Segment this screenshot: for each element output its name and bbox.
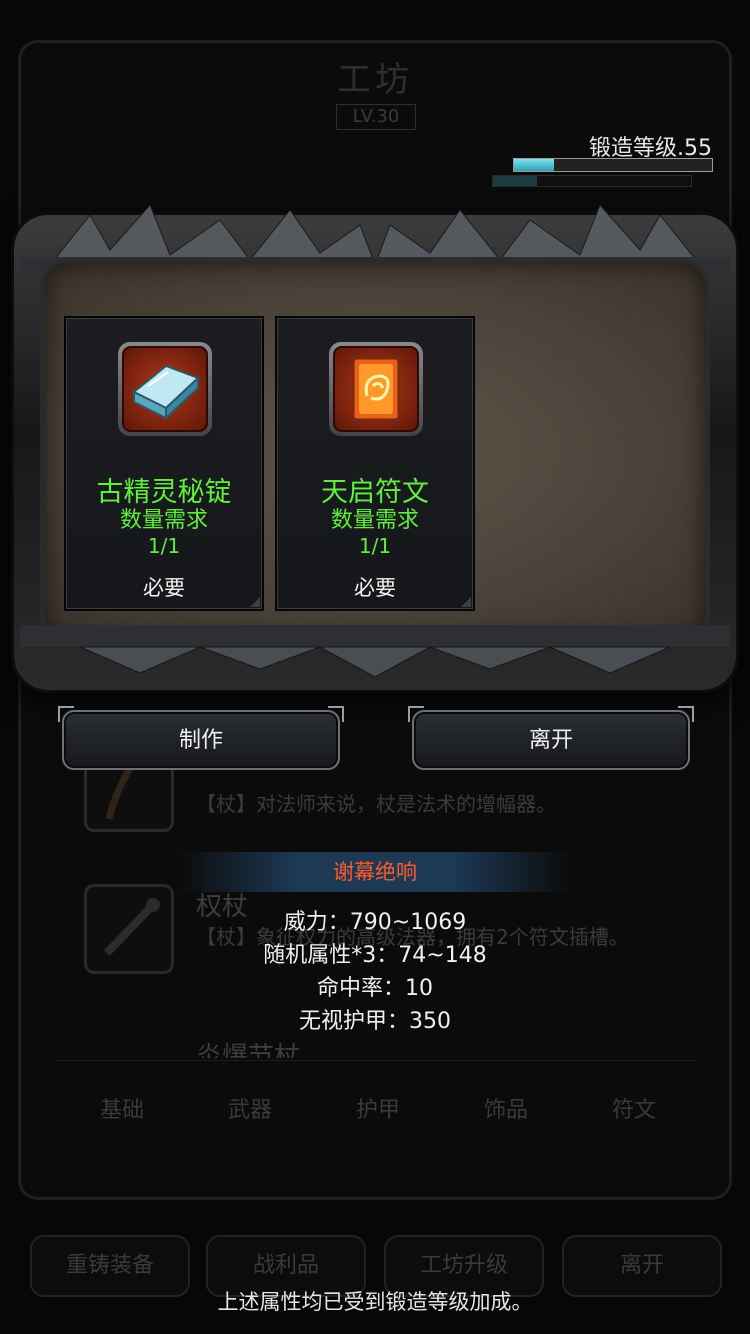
forge-progress-bar <box>513 158 713 172</box>
tab-accessories[interactable]: 饰品 <box>442 1061 570 1161</box>
workshop-level-badge: LV.30 <box>336 104 416 130</box>
material-card[interactable]: 古精灵秘锭 数量需求 1/1 必要 <box>64 316 264 611</box>
stat-accuracy: 命中率：10 <box>317 976 433 1001</box>
ornament-bottom <box>20 625 730 678</box>
forge-secondary-bar <box>492 175 692 187</box>
tab-weapons[interactable]: 武器 <box>186 1061 314 1161</box>
tab-basic[interactable]: 基础 <box>58 1061 186 1161</box>
forge-progress-fill <box>514 159 554 171</box>
workshop-title: 工坊 <box>337 60 413 100</box>
material-slot <box>329 342 423 436</box>
forge-bonus-note: 上述属性均已受到锻造等级加成。 <box>217 1290 533 1314</box>
stat-armor-ignore: 无视护甲：350 <box>299 1009 451 1034</box>
ingot-icon <box>132 364 200 421</box>
stat-random-attributes: 随机属性*3：74~148 <box>263 943 487 968</box>
stat-power: 威力：790~1069 <box>283 910 467 935</box>
material-requirement-label: 数量需求 <box>119 508 208 533</box>
list-item-name: 炎爆节杖 <box>196 1042 301 1058</box>
material-requirement-label: 数量需求 <box>330 508 419 533</box>
craft-button[interactable]: 制作 <box>58 706 344 770</box>
tab-runes[interactable]: 符文 <box>570 1061 698 1161</box>
material-quantity: 1/1 <box>147 534 181 558</box>
material-quantity: 1/1 <box>358 534 392 558</box>
category-tabs: 基础 武器 护甲 饰品 符文 <box>58 1060 698 1161</box>
material-slot <box>118 342 212 436</box>
material-status: 必要 <box>354 576 396 600</box>
list-item-desc: 【杖】对法师来说，杖是法术的增幅器。 <box>196 792 556 816</box>
item-title: 谢幕绝响 <box>180 852 570 892</box>
material-card[interactable]: 天启符文 数量需求 1/1 必要 <box>275 316 475 611</box>
material-status: 必要 <box>143 576 185 600</box>
rune-icon <box>351 356 401 422</box>
leave-button[interactable]: 离开 <box>408 706 694 770</box>
tab-armor[interactable]: 护甲 <box>314 1061 442 1161</box>
